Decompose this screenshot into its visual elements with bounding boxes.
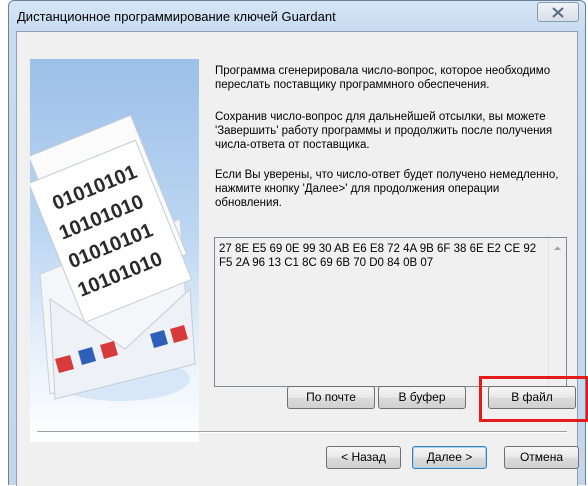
info-text-1: Программа сгенерировала число-вопрос, ко…: [215, 65, 551, 91]
info-text-2: Сохранив число-вопрос для дальнейшей отс…: [215, 111, 553, 151]
dialog-window: Дистанционное программирование ключей Gu…: [8, 0, 588, 486]
envelope-illustration: 01010101 10101010 01010101 10101010: [30, 59, 199, 442]
question-code-box[interactable]: 27 8E E5 69 0E 99 30 AB E6 E8 72 4A 9B 6…: [214, 237, 567, 387]
highlight-box: [479, 376, 588, 422]
send-by-mail-button[interactable]: По почте: [287, 386, 375, 409]
next-button[interactable]: Далее >: [412, 446, 487, 469]
back-button[interactable]: < Назад: [326, 446, 401, 469]
title-bar[interactable]: Дистанционное программирование ключей Gu…: [9, 1, 585, 31]
close-button[interactable]: [537, 2, 579, 22]
question-code-text[interactable]: 27 8E E5 69 0E 99 30 AB E6 E8 72 4A 9B 6…: [219, 242, 544, 270]
scroll-up-icon[interactable]: [553, 244, 562, 253]
dialog-client-area: 01010101 10101010 01010101 10101010 Прог…: [16, 31, 588, 486]
divider: [37, 431, 567, 433]
code-scrollbar[interactable]: [548, 238, 566, 386]
copy-to-clipboard-button[interactable]: В буфер: [378, 386, 466, 409]
close-icon: [552, 7, 564, 18]
info-text-3: Если Вы уверены, что число-ответ будет п…: [215, 169, 559, 209]
window-title: Дистанционное программирование ключей Gu…: [17, 9, 336, 24]
envelope-data-icon: 01010101 10101010 01010101 10101010: [30, 114, 196, 401]
cancel-button[interactable]: Отмена: [504, 446, 579, 469]
